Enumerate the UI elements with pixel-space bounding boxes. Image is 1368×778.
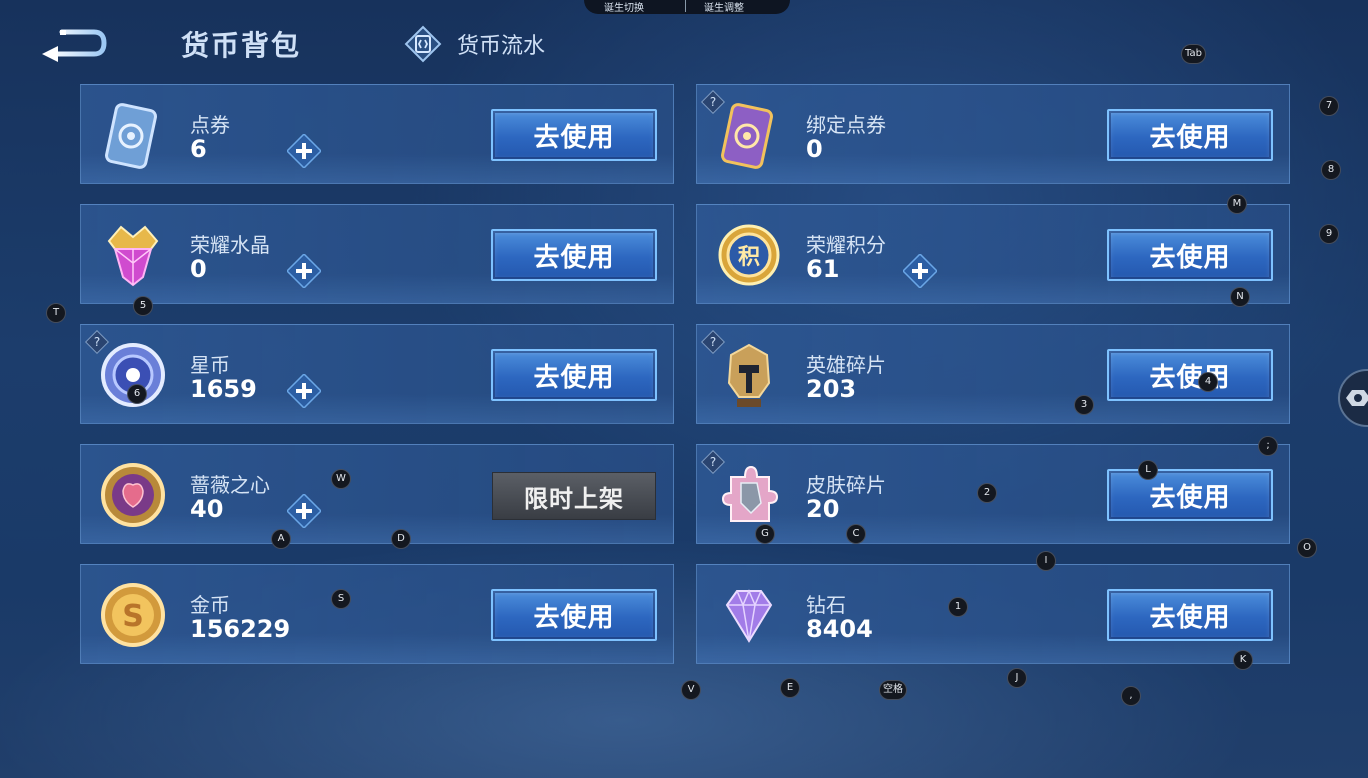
key-hint-badge: K <box>1233 650 1253 670</box>
key-hint-badge: A <box>271 529 291 549</box>
currency-name: 荣耀水晶 <box>190 233 270 257</box>
key-hint-badge: S <box>331 589 351 609</box>
key-hint-badge: Tab <box>1181 44 1206 64</box>
glory-points-medal-icon: 积 <box>718 224 780 286</box>
currency-name: 钻石 <box>806 593 846 617</box>
tab-currency-flow[interactable]: 货币流水 <box>403 24 545 64</box>
currency-card-jifen: 积 荣耀积分 61 去使用 <box>696 204 1290 304</box>
svg-text:积: 积 <box>738 245 760 270</box>
skin-fragment-icon <box>721 465 779 522</box>
key-hint-badge: 5 <box>133 296 153 316</box>
key-hint-badge: ; <box>1258 436 1278 456</box>
svg-text:S: S <box>122 599 144 634</box>
currency-amount: 1659 <box>190 375 257 403</box>
currency-name: 英雄碎片 <box>806 353 886 377</box>
currency-card-jinbi: S 金币 156229 去使用 <box>80 564 674 664</box>
currency-card-bangding: ? 绑定点券 0 去使用 <box>696 84 1290 184</box>
use-button[interactable]: 去使用 <box>1107 469 1273 521</box>
add-plus-icon[interactable] <box>287 494 321 528</box>
currency-amount: 156229 <box>190 615 291 643</box>
key-hint-badge: 3 <box>1074 395 1094 415</box>
key-hint-badge: J <box>1007 668 1027 688</box>
back-button[interactable] <box>36 26 108 62</box>
use-button[interactable]: 去使用 <box>491 229 657 281</box>
top-pill-left-label[interactable]: 诞生切换 <box>604 0 644 14</box>
currency-amount: 20 <box>806 495 840 523</box>
key-hint-badge: G <box>755 524 775 544</box>
currency-amount: 0 <box>806 135 823 163</box>
add-plus-icon[interactable] <box>287 134 321 168</box>
key-hint-badge: C <box>846 524 866 544</box>
key-hint-badge: V <box>681 680 701 700</box>
currency-amount: 61 <box>806 255 840 283</box>
currency-name: 点券 <box>190 113 230 137</box>
use-button[interactable]: 去使用 <box>491 589 657 641</box>
key-hint-badge: N <box>1230 287 1250 307</box>
currency-card-zuanshi: 钻石 8404 去使用 <box>696 564 1290 664</box>
currency-name: 荣耀积分 <box>806 233 886 257</box>
key-hint-badge: 2 <box>977 483 997 503</box>
key-hint-badge: W <box>331 469 351 489</box>
key-hint-badge: 9 <box>1319 224 1339 244</box>
tab-label[interactable]: 货币流水 <box>457 28 545 60</box>
currency-amount: 6 <box>190 135 207 163</box>
rose-heart-icon <box>101 463 165 527</box>
key-hint-badge: I <box>1036 551 1056 571</box>
currency-card-shuijing: 荣耀水晶 0 去使用 <box>80 204 674 304</box>
currency-amount: 8404 <box>806 615 873 643</box>
key-hint-badge: O <box>1297 538 1317 558</box>
key-hint-badge: , <box>1121 686 1141 706</box>
currency-amount: 40 <box>190 495 224 523</box>
top-pill-right-label[interactable]: 诞生调整 <box>704 0 744 14</box>
key-hint-badge: E <box>780 678 800 698</box>
use-button[interactable]: 去使用 <box>1107 589 1273 641</box>
key-hint-badge: 4 <box>1198 372 1218 392</box>
use-button[interactable]: 去使用 <box>1107 229 1273 281</box>
currency-card-xingbi: ? 星币 1659 去使用 <box>80 324 674 424</box>
use-button[interactable]: 去使用 <box>1107 349 1273 401</box>
currency-amount: 203 <box>806 375 857 403</box>
currency-amount: 0 <box>190 255 207 283</box>
currency-card-dianjuan: 点券 6 去使用 <box>80 84 674 184</box>
add-plus-icon[interactable] <box>903 254 937 288</box>
top-toggle-pill[interactable]: 诞生切换 诞生调整 <box>584 0 790 14</box>
back-arrow-icon <box>42 29 107 62</box>
key-hint-badge: 6 <box>127 384 147 404</box>
add-plus-icon[interactable] <box>287 254 321 288</box>
key-hint-badge: D <box>391 529 411 549</box>
use-button[interactable]: 去使用 <box>491 109 657 161</box>
key-hint-badge: 空格 <box>879 680 907 700</box>
use-button[interactable]: 去使用 <box>1107 109 1273 161</box>
currency-card-qiangwei: 蔷薇之心 40 限时上架 <box>80 444 674 544</box>
key-hint-badge: T <box>46 303 66 323</box>
key-hint-badge: 7 <box>1319 96 1339 116</box>
currency-name: 蔷薇之心 <box>190 473 270 497</box>
currency-flow-icon <box>404 25 442 63</box>
currency-name: 皮肤碎片 <box>806 473 886 497</box>
key-hint-badge: 1 <box>948 597 968 617</box>
use-button[interactable]: 去使用 <box>491 349 657 401</box>
hexagon-settings-icon <box>1346 390 1368 406</box>
top-pill-divider <box>685 0 686 12</box>
key-hint-badge: 8 <box>1321 160 1341 180</box>
side-menu-button[interactable] <box>1338 369 1368 427</box>
currency-name: 绑定点券 <box>806 113 886 137</box>
diamond-icon <box>725 589 773 643</box>
currency-name: 星币 <box>190 353 230 377</box>
glory-crystal-icon <box>107 225 159 287</box>
key-hint-badge: L <box>1138 460 1158 480</box>
bound-voucher-icon <box>721 103 773 169</box>
add-plus-icon[interactable] <box>287 374 321 408</box>
page-title: 货币背包 <box>181 29 302 62</box>
limited-time-button: 限时上架 <box>492 472 656 520</box>
gold-coin-icon: S <box>101 583 165 647</box>
currency-name: 金币 <box>190 593 230 617</box>
voucher-ticket-icon <box>105 103 157 169</box>
key-hint-badge: M <box>1227 194 1247 214</box>
hero-fragment-helmet-icon <box>727 343 771 407</box>
